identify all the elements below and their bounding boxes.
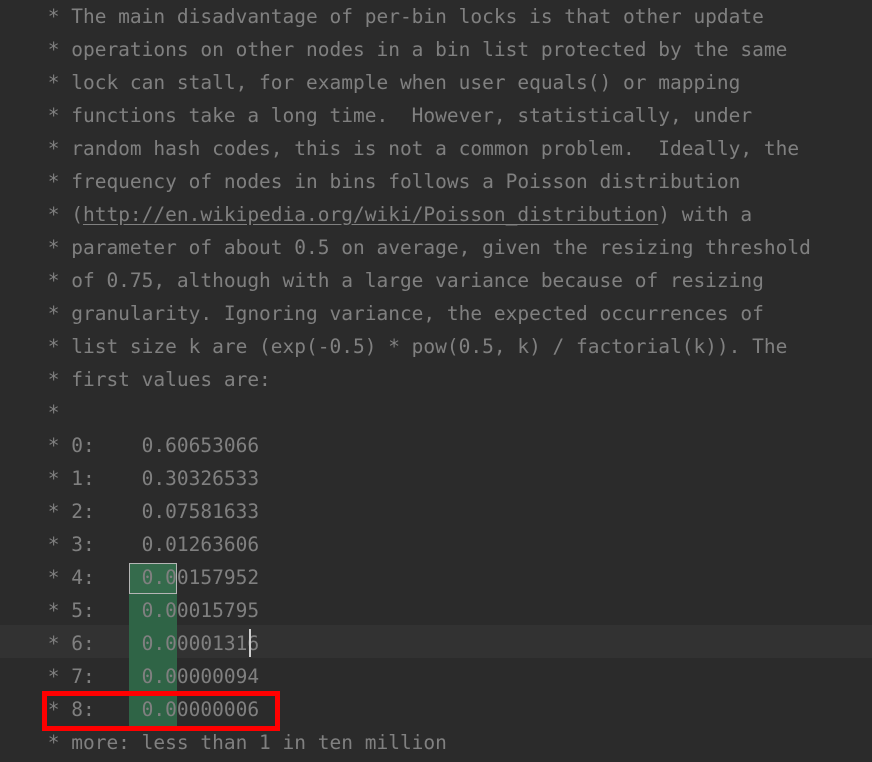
code-line[interactable]: * lock can stall, for example when user …	[36, 66, 741, 99]
code-line[interactable]: * list size k are (exp(-0.5) * pow(0.5, …	[36, 330, 788, 363]
text-caret	[249, 629, 251, 657]
code-line[interactable]: * 8: 0.00000006	[36, 693, 259, 726]
code-line[interactable]: * 2: 0.07581633	[36, 495, 259, 528]
code-line[interactable]: * 0: 0.60653066	[36, 429, 259, 462]
code-line[interactable]: * 7: 0.00000094	[36, 660, 259, 693]
poisson-distribution-link[interactable]: http://en.wikipedia.org/wiki/Poisson_dis…	[83, 203, 658, 226]
code-line[interactable]: * frequency of nodes in bins follows a P…	[36, 165, 741, 198]
code-line[interactable]: * first values are:	[36, 363, 271, 396]
code-line[interactable]: *	[36, 396, 60, 429]
code-line[interactable]: * granularity. Ignoring variance, the ex…	[36, 297, 764, 330]
code-line[interactable]: * 6: 0.00001316	[36, 627, 259, 660]
code-editor-viewport[interactable]: * The main disadvantage of per-bin locks…	[0, 0, 872, 762]
code-line[interactable]: * random hash codes, this is not a commo…	[36, 132, 799, 165]
code-line[interactable]: * of 0.75, although with a large varianc…	[36, 264, 764, 297]
code-line[interactable]: * 4: 0.00157952	[36, 561, 259, 594]
code-line[interactable]: * 5: 0.00015795	[36, 594, 259, 627]
code-line[interactable]: * (http://en.wikipedia.org/wiki/Poisson_…	[36, 198, 752, 231]
code-line[interactable]: * more: less than 1 in ten million	[36, 726, 447, 759]
code-line[interactable]: * parameter of about 0.5 on average, giv…	[36, 231, 811, 264]
code-line[interactable]: * 3: 0.01263606	[36, 528, 259, 561]
code-line[interactable]: * The main disadvantage of per-bin locks…	[36, 0, 764, 33]
code-line[interactable]: * operations on other nodes in a bin lis…	[36, 33, 788, 66]
code-line[interactable]: * functions take a long time. However, s…	[36, 99, 752, 132]
code-line[interactable]: * 1: 0.30326533	[36, 462, 259, 495]
